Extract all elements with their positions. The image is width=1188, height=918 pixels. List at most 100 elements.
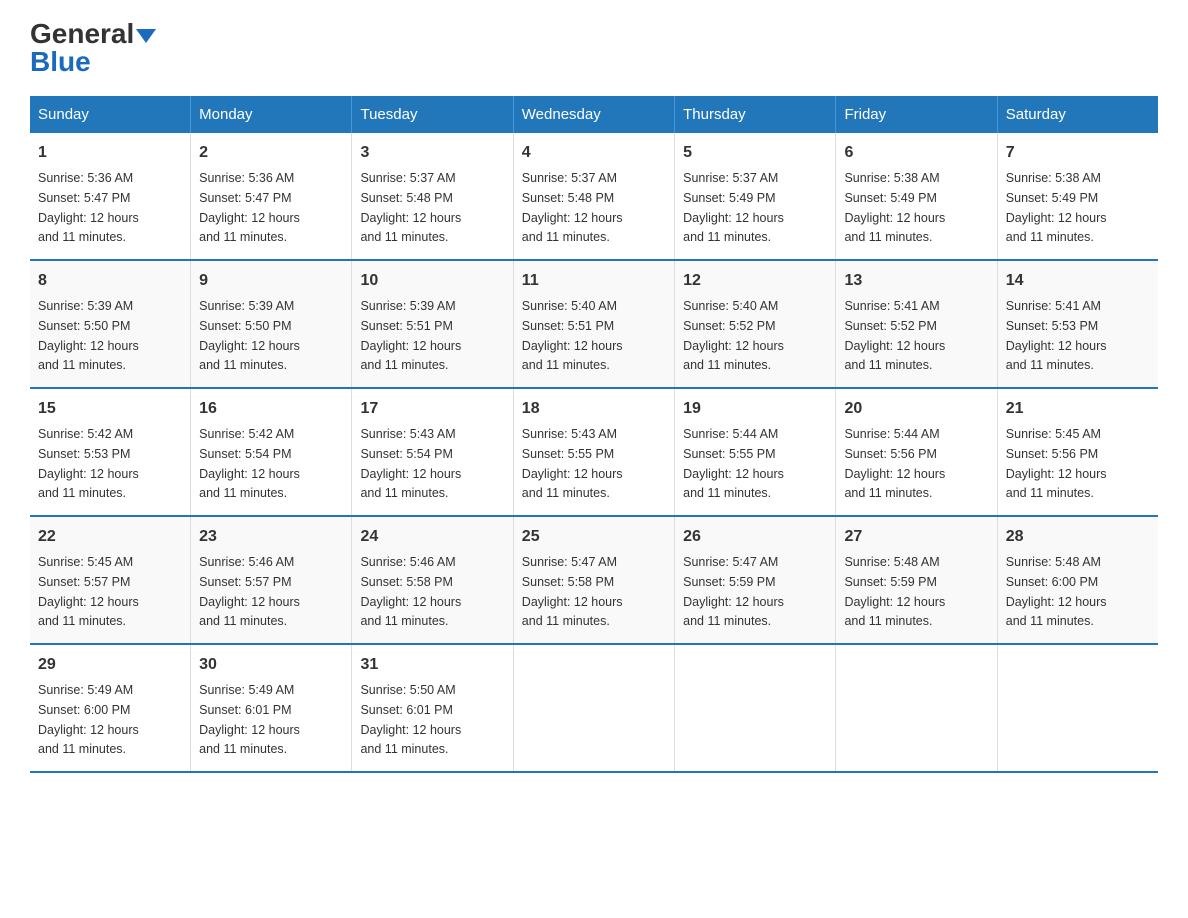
day-number: 1 bbox=[38, 141, 182, 165]
calendar-header-row: SundayMondayTuesdayWednesdayThursdayFrid… bbox=[30, 96, 1158, 133]
day-number: 16 bbox=[199, 397, 343, 421]
calendar-cell bbox=[836, 644, 997, 772]
calendar-cell: 22Sunrise: 5:45 AMSunset: 5:57 PMDayligh… bbox=[30, 516, 191, 644]
day-info: Sunrise: 5:50 AMSunset: 6:01 PMDaylight:… bbox=[360, 683, 461, 756]
day-info: Sunrise: 5:46 AMSunset: 5:58 PMDaylight:… bbox=[360, 555, 461, 628]
day-number: 8 bbox=[38, 269, 182, 293]
calendar-cell bbox=[997, 644, 1158, 772]
day-info: Sunrise: 5:47 AMSunset: 5:59 PMDaylight:… bbox=[683, 555, 784, 628]
day-number: 31 bbox=[360, 653, 504, 677]
day-info: Sunrise: 5:49 AMSunset: 6:00 PMDaylight:… bbox=[38, 683, 139, 756]
day-number: 15 bbox=[38, 397, 182, 421]
day-number: 9 bbox=[199, 269, 343, 293]
day-info: Sunrise: 5:39 AMSunset: 5:51 PMDaylight:… bbox=[360, 299, 461, 372]
day-number: 14 bbox=[1006, 269, 1150, 293]
day-number: 24 bbox=[360, 525, 504, 549]
day-info: Sunrise: 5:48 AMSunset: 5:59 PMDaylight:… bbox=[844, 555, 945, 628]
day-number: 30 bbox=[199, 653, 343, 677]
day-number: 7 bbox=[1006, 141, 1150, 165]
calendar-cell: 12 Sunrise: 5:40 AMSunset: 5:52 PMDayligh… bbox=[675, 260, 836, 388]
logo-blue: Blue bbox=[30, 48, 91, 76]
day-info: Sunrise: 5:49 AMSunset: 6:01 PMDaylight:… bbox=[199, 683, 300, 756]
calendar-table: SundayMondayTuesdayWednesdayThursdayFrid… bbox=[30, 96, 1158, 773]
day-info: Sunrise: 5:45 AMSunset: 5:56 PMDaylight:… bbox=[1006, 427, 1107, 500]
calendar-cell: 5 Sunrise: 5:37 AMSunset: 5:49 PMDaylight… bbox=[675, 133, 836, 260]
day-number: 20 bbox=[844, 397, 988, 421]
calendar-cell: 21 Sunrise: 5:45 AMSunset: 5:56 PMDayligh… bbox=[997, 388, 1158, 516]
day-info: Sunrise: 5:44 AMSunset: 5:56 PMDaylight:… bbox=[844, 427, 945, 500]
calendar-cell: 16 Sunrise: 5:42 AMSunset: 5:54 PMDayligh… bbox=[191, 388, 352, 516]
day-number: 23 bbox=[199, 525, 343, 549]
calendar-cell: 17 Sunrise: 5:43 AMSunset: 5:54 PMDayligh… bbox=[352, 388, 513, 516]
calendar-week-2: 8 Sunrise: 5:39 AMSunset: 5:50 PMDaylight… bbox=[30, 260, 1158, 388]
day-number: 18 bbox=[522, 397, 666, 421]
logo: General Blue bbox=[30, 20, 156, 76]
day-number: 25 bbox=[522, 525, 666, 549]
day-info: Sunrise: 5:42 AMSunset: 5:54 PMDaylight:… bbox=[199, 427, 300, 500]
day-number: 5 bbox=[683, 141, 827, 165]
calendar-cell: 20 Sunrise: 5:44 AMSunset: 5:56 PMDayligh… bbox=[836, 388, 997, 516]
day-number: 28 bbox=[1006, 525, 1150, 549]
calendar-cell: 8 Sunrise: 5:39 AMSunset: 5:50 PMDaylight… bbox=[30, 260, 191, 388]
calendar-cell: 9 Sunrise: 5:39 AMSunset: 5:50 PMDaylight… bbox=[191, 260, 352, 388]
day-number: 27 bbox=[844, 525, 988, 549]
day-info: Sunrise: 5:37 AMSunset: 5:48 PMDaylight:… bbox=[360, 171, 461, 244]
day-info: Sunrise: 5:46 AMSunset: 5:57 PMDaylight:… bbox=[199, 555, 300, 628]
day-number: 11 bbox=[522, 269, 666, 293]
calendar-cell: 6 Sunrise: 5:38 AMSunset: 5:49 PMDaylight… bbox=[836, 133, 997, 260]
calendar-cell bbox=[513, 644, 674, 772]
day-info: Sunrise: 5:48 AMSunset: 6:00 PMDaylight:… bbox=[1006, 555, 1107, 628]
header-tuesday: Tuesday bbox=[352, 96, 513, 133]
header-wednesday: Wednesday bbox=[513, 96, 674, 133]
day-info: Sunrise: 5:36 AMSunset: 5:47 PMDaylight:… bbox=[199, 171, 300, 244]
calendar-cell: 23 Sunrise: 5:46 AMSunset: 5:57 PMDayligh… bbox=[191, 516, 352, 644]
calendar-cell bbox=[675, 644, 836, 772]
calendar-week-5: 29 Sunrise: 5:49 AMSunset: 6:00 PMDayligh… bbox=[30, 644, 1158, 772]
calendar-cell: 24 Sunrise: 5:46 AMSunset: 5:58 PMDayligh… bbox=[352, 516, 513, 644]
day-number: 26 bbox=[683, 525, 827, 549]
day-info: Sunrise: 5:36 AMSunset: 5:47 PMDaylight:… bbox=[38, 171, 139, 244]
day-number: 6 bbox=[844, 141, 988, 165]
day-number: 10 bbox=[360, 269, 504, 293]
day-info: Sunrise: 5:39 AMSunset: 5:50 PMDaylight:… bbox=[38, 299, 139, 372]
calendar-cell: 31 Sunrise: 5:50 AMSunset: 6:01 PMDayligh… bbox=[352, 644, 513, 772]
calendar-cell: 29 Sunrise: 5:49 AMSunset: 6:00 PMDayligh… bbox=[30, 644, 191, 772]
day-info: Sunrise: 5:38 AMSunset: 5:49 PMDaylight:… bbox=[1006, 171, 1107, 244]
day-number: 19 bbox=[683, 397, 827, 421]
day-number: 4 bbox=[522, 141, 666, 165]
calendar-cell: 4 Sunrise: 5:37 AMSunset: 5:48 PMDaylight… bbox=[513, 133, 674, 260]
day-number: 17 bbox=[360, 397, 504, 421]
calendar-cell: 18Sunrise: 5:43 AMSunset: 5:55 PMDayligh… bbox=[513, 388, 674, 516]
calendar-cell: 3Sunrise: 5:37 AMSunset: 5:48 PMDaylight… bbox=[352, 133, 513, 260]
logo-triangle-icon bbox=[136, 29, 156, 43]
logo-general: General bbox=[30, 20, 156, 48]
day-number: 21 bbox=[1006, 397, 1150, 421]
header-sunday: Sunday bbox=[30, 96, 191, 133]
day-info: Sunrise: 5:40 AMSunset: 5:52 PMDaylight:… bbox=[683, 299, 784, 372]
day-number: 29 bbox=[38, 653, 182, 677]
calendar-week-4: 22Sunrise: 5:45 AMSunset: 5:57 PMDayligh… bbox=[30, 516, 1158, 644]
header-saturday: Saturday bbox=[997, 96, 1158, 133]
day-info: Sunrise: 5:43 AMSunset: 5:54 PMDaylight:… bbox=[360, 427, 461, 500]
calendar-week-3: 15Sunrise: 5:42 AMSunset: 5:53 PMDayligh… bbox=[30, 388, 1158, 516]
calendar-cell: 30 Sunrise: 5:49 AMSunset: 6:01 PMDayligh… bbox=[191, 644, 352, 772]
calendar-cell: 11Sunrise: 5:40 AMSunset: 5:51 PMDayligh… bbox=[513, 260, 674, 388]
day-info: Sunrise: 5:37 AMSunset: 5:49 PMDaylight:… bbox=[683, 171, 784, 244]
calendar-cell: 28 Sunrise: 5:48 AMSunset: 6:00 PMDayligh… bbox=[997, 516, 1158, 644]
page-header: General Blue bbox=[30, 20, 1158, 76]
calendar-cell: 19 Sunrise: 5:44 AMSunset: 5:55 PMDayligh… bbox=[675, 388, 836, 516]
day-number: 22 bbox=[38, 525, 182, 549]
header-thursday: Thursday bbox=[675, 96, 836, 133]
day-info: Sunrise: 5:39 AMSunset: 5:50 PMDaylight:… bbox=[199, 299, 300, 372]
day-info: Sunrise: 5:41 AMSunset: 5:53 PMDaylight:… bbox=[1006, 299, 1107, 372]
day-info: Sunrise: 5:37 AMSunset: 5:48 PMDaylight:… bbox=[522, 171, 623, 244]
day-info: Sunrise: 5:47 AMSunset: 5:58 PMDaylight:… bbox=[522, 555, 623, 628]
day-info: Sunrise: 5:38 AMSunset: 5:49 PMDaylight:… bbox=[844, 171, 945, 244]
header-friday: Friday bbox=[836, 96, 997, 133]
day-info: Sunrise: 5:44 AMSunset: 5:55 PMDaylight:… bbox=[683, 427, 784, 500]
calendar-cell: 15Sunrise: 5:42 AMSunset: 5:53 PMDayligh… bbox=[30, 388, 191, 516]
day-number: 2 bbox=[199, 141, 343, 165]
calendar-cell: 13Sunrise: 5:41 AMSunset: 5:52 PMDayligh… bbox=[836, 260, 997, 388]
calendar-cell: 26 Sunrise: 5:47 AMSunset: 5:59 PMDayligh… bbox=[675, 516, 836, 644]
day-number: 12 bbox=[683, 269, 827, 293]
